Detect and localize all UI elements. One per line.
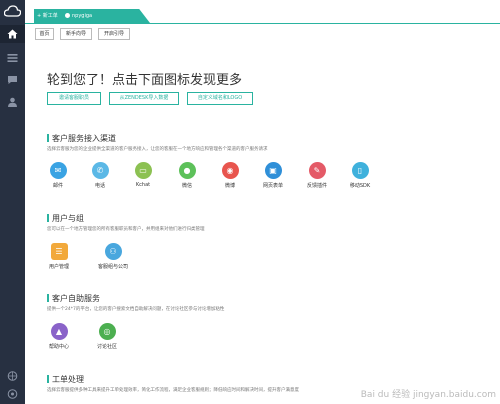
channel-weibo[interactable]: ◉ 微博 bbox=[215, 162, 245, 189]
group-icon: ⚇ bbox=[104, 243, 122, 260]
section-title: 工单处理 bbox=[47, 374, 84, 385]
section-description: 选择云客服为您的企业提供全渠道的客户服务接入，让您的客服在一个地方响应和管理各个… bbox=[47, 147, 268, 152]
item-label: 讨论社区 bbox=[96, 344, 117, 350]
new-ticket-tab[interactable]: + 新工单 bbox=[34, 9, 60, 23]
section-title: 客户服务接入渠道 bbox=[47, 133, 116, 144]
channel-phone[interactable]: ✆ 电话 bbox=[85, 162, 115, 189]
invite-agents-button[interactable]: 邀请客服职员 bbox=[47, 92, 101, 105]
user-icon[interactable] bbox=[7, 97, 18, 107]
item-label: 客服组与公司 bbox=[97, 264, 128, 270]
breadcrumb-start-guide[interactable]: 开启引导 bbox=[98, 28, 130, 40]
item-label: Kchat bbox=[135, 182, 151, 188]
help-center-item[interactable]: ▲ 帮助中心 bbox=[44, 323, 74, 350]
item-label: 网页表单 bbox=[262, 183, 283, 189]
mobile-icon: ▯ bbox=[351, 162, 369, 179]
home-icon[interactable] bbox=[7, 29, 18, 39]
item-label: 微信 bbox=[181, 183, 192, 189]
section-description: 选择云客服提供多种工具来提升工单处理效率，简化工作流程，满足企业客服规则；降低响… bbox=[47, 388, 299, 393]
channel-mobile-sdk[interactable]: ▯ 移动SDK bbox=[345, 162, 375, 189]
cloud-logo-icon[interactable] bbox=[4, 5, 21, 17]
community-icon: ◎ bbox=[98, 323, 116, 340]
user-small-icon bbox=[65, 13, 70, 18]
chat-bubble-icon: ▭ bbox=[134, 162, 152, 179]
weibo-icon: ◉ bbox=[221, 162, 239, 179]
item-label: 电话 bbox=[94, 183, 105, 189]
item-label: 邮件 bbox=[52, 183, 63, 189]
help-icon[interactable] bbox=[7, 389, 18, 399]
chat-icon[interactable] bbox=[7, 75, 18, 85]
item-label: 微博 bbox=[224, 183, 235, 189]
channel-wechat[interactable]: ● 微信 bbox=[172, 162, 202, 189]
mail-icon: ✉ bbox=[49, 162, 67, 179]
page-title: 轮到您了！点击下面图标发现更多 bbox=[47, 73, 243, 88]
user-manage-icon: ☰ bbox=[50, 243, 68, 260]
phone-icon: ✆ bbox=[91, 162, 109, 179]
community-item[interactable]: ◎ 讨论社区 bbox=[92, 323, 122, 350]
breadcrumb-guide[interactable]: 新手向导 bbox=[60, 28, 92, 40]
tab-underline bbox=[25, 23, 500, 24]
user-tab[interactable]: npygiga bbox=[60, 9, 150, 23]
section-title: 用户与组 bbox=[47, 213, 84, 224]
channel-mail[interactable]: ✉ 邮件 bbox=[43, 162, 73, 189]
monitor-icon: ▣ bbox=[264, 162, 282, 179]
channel-web-form[interactable]: ▣ 网页表单 bbox=[258, 162, 288, 189]
item-label: 帮助中心 bbox=[48, 344, 69, 350]
feedback-icon: ✎ bbox=[308, 162, 326, 179]
watermark: Bai du 经验 jingyan.baidu.com bbox=[360, 390, 496, 400]
channel-feedback-plugin[interactable]: ✎ 反馈插件 bbox=[302, 162, 332, 189]
item-label: 用户管理 bbox=[48, 264, 69, 270]
globe-icon[interactable] bbox=[7, 371, 18, 381]
channel-kchat[interactable]: ▭ Kchat bbox=[128, 162, 158, 188]
sidebar bbox=[0, 0, 25, 404]
user-tab-label: npygiga bbox=[72, 13, 93, 19]
section-description: 您可以在一个地方管理您的所有客服职员和客户，并用组来对他们进行归类管理 bbox=[47, 227, 205, 232]
section-description: 提供一个24*7的平台，让您的客户搜索文档自助解决问题，在讨论社区参与讨论增加粘… bbox=[47, 307, 225, 312]
import-zendesk-button[interactable]: 从ZENDESK导入数据 bbox=[109, 92, 179, 105]
section-title: 客户自助服务 bbox=[47, 293, 100, 304]
breadcrumb-home[interactable]: 首页 bbox=[35, 28, 54, 40]
list-icon[interactable] bbox=[7, 53, 18, 63]
user-management-item[interactable]: ☰ 用户管理 bbox=[44, 243, 74, 270]
custom-domain-logo-button[interactable]: 自定义域名和LOGO bbox=[187, 92, 253, 105]
wechat-icon: ● bbox=[178, 162, 196, 179]
top-tab-bar: + 新工单 npygiga bbox=[25, 0, 500, 24]
item-label: 反馈插件 bbox=[306, 183, 327, 189]
graduation-cap-icon: ▲ bbox=[50, 323, 68, 340]
groups-companies-item[interactable]: ⚇ 客服组与公司 bbox=[92, 243, 134, 270]
item-label: 移动SDK bbox=[349, 183, 371, 189]
